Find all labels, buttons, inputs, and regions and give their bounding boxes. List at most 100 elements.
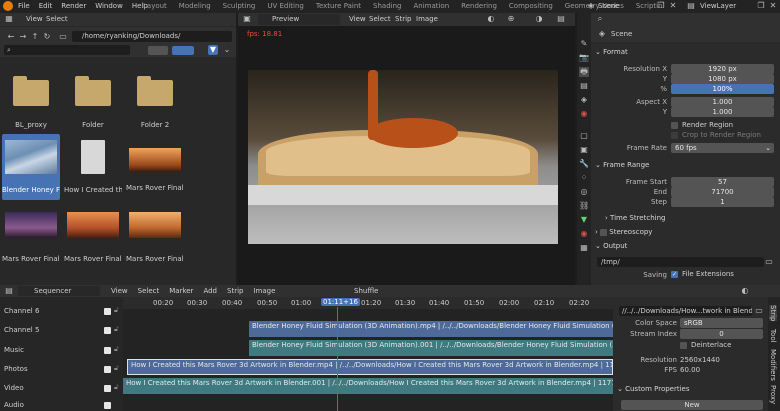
channel-row[interactable]: Video 🔓︎ — [0, 383, 123, 396]
channel-row[interactable]: Channel 5 🔓︎ — [0, 325, 123, 338]
time-stretching-panel-header[interactable]: › Time Stretching — [605, 214, 665, 222]
sidebar-tab-modifiers[interactable]: Modifiers — [769, 349, 777, 381]
copy-layer-icon[interactable]: ❐ — [756, 1, 766, 11]
new-folder-icon[interactable]: ▭ — [58, 32, 68, 42]
sequencer-mode-select[interactable]: Sequencer — [18, 286, 100, 296]
resolution-x-field[interactable]: 1920 px — [671, 64, 774, 74]
refresh-icon[interactable]: ↻ — [42, 32, 52, 42]
seq-menu-strip[interactable]: Strip — [227, 287, 243, 295]
collection-tab-icon[interactable]: ▢ — [579, 131, 589, 141]
mars-video-strip[interactable]: How I Created this Mars Rover 3d Artwork… — [127, 359, 613, 375]
seq-menu-view[interactable]: View — [111, 287, 128, 295]
channel-mute-checkbox[interactable] — [104, 308, 111, 315]
pv-menu-view[interactable]: View — [349, 15, 366, 23]
editor-type-icon[interactable]: ▤ — [4, 286, 14, 296]
tab-shading[interactable]: Shading — [373, 2, 401, 10]
scene-tab-icon[interactable]: ◈ — [579, 95, 589, 105]
frame-rate-select[interactable]: 60 fps ⌄ — [671, 143, 774, 153]
object-tab-icon[interactable]: ▣ — [579, 145, 589, 155]
output-path-field[interactable]: /tmp/ — [597, 257, 764, 267]
sidebar-tab-proxy[interactable]: Proxy — [769, 385, 777, 404]
tab-modeling[interactable]: Modeling — [179, 2, 211, 10]
viewlayer-selector[interactable]: ViewLayer — [700, 2, 736, 10]
stereoscopy-panel-header[interactable]: › Stereoscopy — [595, 228, 652, 236]
display-channel-icon[interactable]: ◑ — [534, 14, 544, 24]
menu-file[interactable]: File — [18, 2, 30, 10]
filter-icon[interactable]: ▼ — [208, 45, 218, 55]
close-icon[interactable]: ✕ — [668, 1, 678, 11]
frame-step-field[interactable]: 1 — [671, 197, 774, 207]
file-item[interactable]: Folder 2 — [128, 75, 182, 135]
honey-audio-strip[interactable]: Blender Honey Fluid Simulation (3D Anima… — [249, 340, 613, 356]
search-icon[interactable]: ⌕ — [595, 14, 605, 24]
render-region-checkbox[interactable]: Render Region — [671, 121, 733, 129]
lock-icon[interactable]: 🔓︎ — [114, 325, 119, 334]
playhead[interactable] — [337, 307, 338, 411]
lock-icon[interactable]: 🔓︎ — [114, 383, 119, 392]
constraints-tab-icon[interactable]: ⛓ — [579, 201, 589, 211]
lock-icon[interactable]: 🔓︎ — [114, 306, 119, 315]
view-layer-tab-icon[interactable]: ▤ — [579, 81, 589, 91]
stream-index-field[interactable]: 0 — [680, 329, 763, 339]
strip-filepath-field[interactable]: //../../Downloads/How...twork in Blender… — [619, 306, 752, 316]
seq-menu-image[interactable]: Image — [253, 287, 275, 295]
mars-audio-strip[interactable]: How I Created this Mars Rover 3d Artwork… — [123, 378, 613, 394]
particles-tab-icon[interactable]: ⁘ — [579, 173, 589, 183]
file-item[interactable]: Folder — [66, 75, 120, 135]
channel-row[interactable]: Audio — [0, 401, 123, 411]
file-item[interactable]: Mars Rover Final ... — [126, 208, 184, 268]
world-tab-icon[interactable]: ◉ — [579, 109, 589, 119]
back-icon[interactable]: ← — [6, 32, 16, 42]
channel-mute-checkbox[interactable] — [104, 347, 111, 354]
tab-layout[interactable]: Layout — [143, 2, 167, 10]
menu-edit[interactable]: Edit — [39, 2, 53, 10]
aspect-y-field[interactable]: 1.000 — [671, 107, 774, 117]
overlay-icon[interactable]: ◐ — [740, 286, 750, 296]
forward-icon[interactable]: → — [18, 32, 28, 42]
tab-sculpting[interactable]: Sculpting — [223, 2, 256, 10]
editor-type-icon[interactable]: ▦ — [4, 14, 14, 24]
filter-dropdown-icon[interactable]: ⌄ — [222, 45, 232, 55]
channel-row[interactable]: Music 🔓︎ — [0, 345, 123, 358]
lock-icon[interactable]: 🔓︎ — [114, 345, 119, 354]
pv-menu-image[interactable]: Image — [416, 15, 438, 23]
modifier-tab-icon[interactable]: 🔧 — [579, 159, 589, 169]
resolution-percentage-field[interactable]: 100% — [671, 84, 774, 94]
gizmo-icon[interactable]: ⊕ — [506, 14, 516, 24]
close-layer-icon[interactable]: ✕ — [768, 1, 778, 11]
channel-row[interactable]: Photos 🔓︎ — [0, 364, 123, 377]
menu-render[interactable]: Render — [61, 2, 86, 10]
channel-mute-checkbox[interactable] — [104, 402, 111, 409]
tab-animation[interactable]: Animation — [413, 2, 449, 10]
honey-video-strip[interactable]: Blender Honey Fluid Simulation (3D Anima… — [249, 321, 613, 337]
time-ruler[interactable]: 00:20 00:30 00:40 00:50 01:00 01:11+16 0… — [123, 297, 613, 309]
scene-selector[interactable]: Scene — [598, 2, 619, 10]
file-item[interactable]: BL_proxy — [5, 75, 57, 135]
file-item[interactable]: Mars Rover Final ... — [2, 208, 60, 268]
file-item-selected[interactable]: Blender Honey Fl... — [2, 134, 60, 200]
file-item[interactable]: How I Created thi... — [64, 134, 122, 200]
texture-tab-icon[interactable]: ▦ — [579, 243, 589, 253]
sidebar-tab-strip[interactable]: Strip — [769, 305, 777, 322]
channel-mute-checkbox[interactable] — [104, 327, 111, 334]
fb-menu-select[interactable]: Select — [46, 15, 68, 23]
display-mode-thumb-icon[interactable] — [172, 46, 194, 55]
new-property-button[interactable]: New — [621, 400, 763, 410]
lock-icon[interactable]: 🔓︎ — [114, 364, 119, 373]
pv-menu-strip[interactable]: Strip — [395, 15, 411, 23]
frame-end-field[interactable]: 71700 — [671, 187, 774, 197]
tab-compositing[interactable]: Compositing — [509, 2, 553, 10]
channel-row[interactable]: Channel 6 🔓︎ — [0, 306, 123, 319]
frame-start-field[interactable]: 57 — [671, 177, 774, 187]
pv-menu-select[interactable]: Select — [369, 15, 391, 23]
deinterlace-checkbox[interactable]: Deinterlace — [680, 341, 731, 349]
color-space-select[interactable]: sRGB — [680, 318, 763, 328]
tab-texture-paint[interactable]: Texture Paint — [316, 2, 361, 10]
output-tab-icon[interactable]: 🖶 — [579, 67, 589, 77]
blender-logo-icon[interactable] — [3, 1, 13, 11]
folder-icon[interactable]: ▭ — [764, 257, 774, 267]
tool-tab-icon[interactable]: ✎ — [579, 39, 589, 49]
file-item[interactable]: Mars Rover Final ... — [64, 208, 122, 268]
channel-mute-checkbox[interactable] — [104, 366, 111, 373]
current-frame-indicator[interactable]: 01:11+16 — [321, 298, 360, 306]
